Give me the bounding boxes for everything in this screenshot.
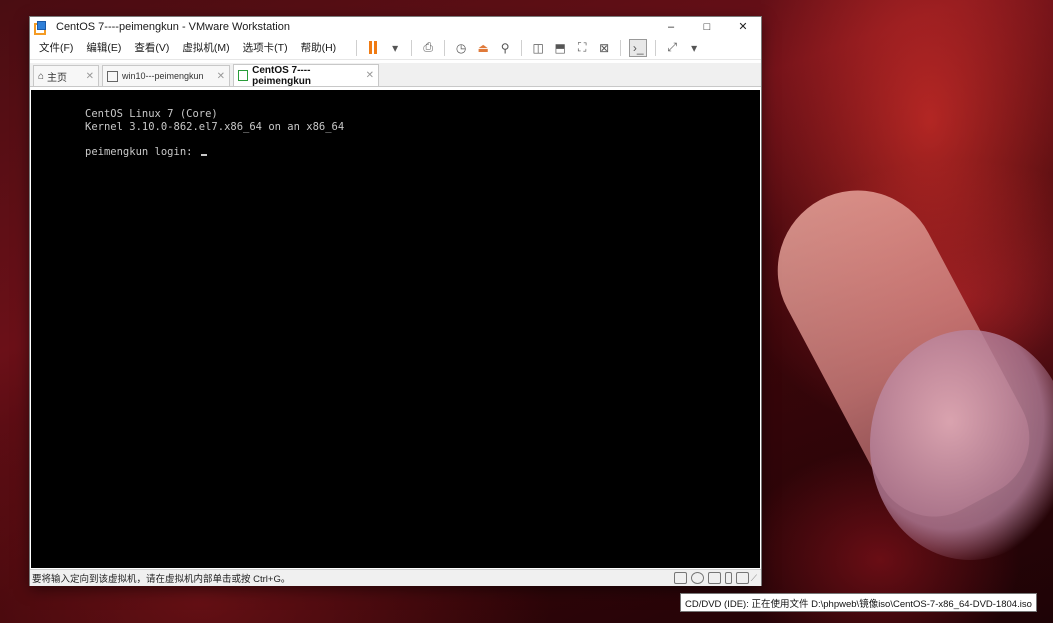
console-login-line: peimengkun login: <box>85 146 207 158</box>
snapshot-manager-icon[interactable]: ⚲ <box>497 40 513 56</box>
console-view-icon[interactable]: ›_ <box>629 38 648 57</box>
display-icon[interactable] <box>735 572 749 584</box>
tab-close-icon[interactable]: ✕ <box>358 70 374 81</box>
vmware-window[interactable]: CentOS 7----peimengkun - VMware Workstat… <box>30 17 761 586</box>
toolbar-separator <box>620 39 622 56</box>
vm-icon <box>107 70 118 82</box>
show-library-icon[interactable]: ◫ <box>530 40 546 56</box>
vmware-logo-icon <box>34 20 46 35</box>
tab-home[interactable]: ⌂ 主页 ✕ <box>33 65 99 86</box>
fullscreen-dropdown-icon[interactable]: ▾ <box>686 40 702 56</box>
menu-view[interactable]: 查看(V) <box>134 40 169 55</box>
minimize-button[interactable]: – <box>653 21 689 33</box>
toolbar-separator <box>655 39 657 56</box>
unity-icon[interactable]: ⊠ <box>596 40 612 56</box>
device-status-icons: ⟋ <box>672 572 757 584</box>
tab-win10[interactable]: win10---peimengkun ✕ <box>102 65 230 86</box>
status-bar: 要将输入定向到该虚拟机，请在虚拟机内部单击或按 Ctrl+G。 ⟋ <box>30 569 761 586</box>
close-button[interactable]: ✕ <box>725 20 761 33</box>
hard-disk-icon[interactable] <box>673 572 687 584</box>
snapshot-icon[interactable]: ◷ <box>453 40 469 56</box>
vm-console[interactable]: CentOS Linux 7 (Core) Kernel 3.10.0-862.… <box>31 90 760 568</box>
wallpaper-detail <box>870 330 1053 560</box>
revert-snapshot-icon[interactable]: ⏏ <box>475 40 491 56</box>
toolbar-separator <box>356 39 358 56</box>
toolbar-separator <box>521 39 523 56</box>
toolbar-separator <box>444 39 446 56</box>
tab-label: 主页 <box>47 72 68 84</box>
text-cursor <box>200 154 207 156</box>
console-kernel-line: Kernel 3.10.0-862.el7.x86_64 on an x86_6… <box>85 121 345 133</box>
tab-label: win10---peimengkun <box>122 71 204 81</box>
toolbar: ▾ ⎙ ◷ ⏏ ⚲ ◫ ⬒ ⛶ ⊠ ›_ ⤢ ▾ <box>351 38 705 57</box>
vm-running-icon <box>238 70 249 81</box>
maximize-button[interactable]: □ <box>689 21 725 33</box>
login-prompt: peimengkun login: <box>85 146 199 158</box>
menu-file[interactable]: 文件(F) <box>39 40 73 55</box>
window-title: CentOS 7----peimengkun - VMware Workstat… <box>56 20 290 33</box>
status-message: 要将输入定向到该虚拟机，请在虚拟机内部单击或按 Ctrl+G。 <box>32 574 291 585</box>
menu-edit[interactable]: 编辑(E) <box>86 40 121 55</box>
cd-dvd-icon[interactable] <box>690 572 704 584</box>
tab-close-icon[interactable]: ✕ <box>209 71 225 82</box>
title-bar[interactable]: CentOS 7----peimengkun - VMware Workstat… <box>30 17 761 36</box>
menu-help[interactable]: 帮助(H) <box>301 40 337 55</box>
dropdown-arrow-icon[interactable]: ▾ <box>387 40 403 56</box>
fullscreen-icon[interactable]: ⤢ <box>664 40 680 56</box>
pause-icon[interactable] <box>365 40 381 56</box>
resize-grip-icon[interactable]: ⟋ <box>751 573 757 584</box>
tab-label: CentOS 7----peimengkun <box>252 64 311 87</box>
tab-bar: ⌂ 主页 ✕ win10---peimengkun ✕ CentOS 7----… <box>30 63 761 87</box>
network-adapter-icon[interactable] <box>707 572 721 584</box>
menu-tabs[interactable]: 选项卡(T) <box>243 40 288 55</box>
fit-guest-icon[interactable]: ⛶ <box>574 40 590 56</box>
menu-vm[interactable]: 虚拟机(M) <box>182 40 229 55</box>
console-os-line: CentOS Linux 7 (Core) <box>85 108 218 120</box>
toolbar-separator <box>411 39 413 56</box>
thumbnail-bar-icon[interactable]: ⬒ <box>552 40 568 56</box>
send-ctrl-alt-del-icon[interactable]: ⎙ <box>420 40 436 56</box>
cd-dvd-tooltip: CD/DVD (IDE): 正在使用文件 D:\phpweb\镜像iso\Cen… <box>680 593 1037 612</box>
tab-close-icon[interactable]: ✕ <box>78 71 94 82</box>
home-icon: ⌂ <box>38 70 45 82</box>
tab-centos[interactable]: CentOS 7----peimengkun ✕ <box>233 64 379 87</box>
usb-icon[interactable] <box>724 572 732 584</box>
menu-bar: 文件(F) 编辑(E) 查看(V) 虚拟机(M) 选项卡(T) 帮助(H) ▾ … <box>30 36 761 60</box>
